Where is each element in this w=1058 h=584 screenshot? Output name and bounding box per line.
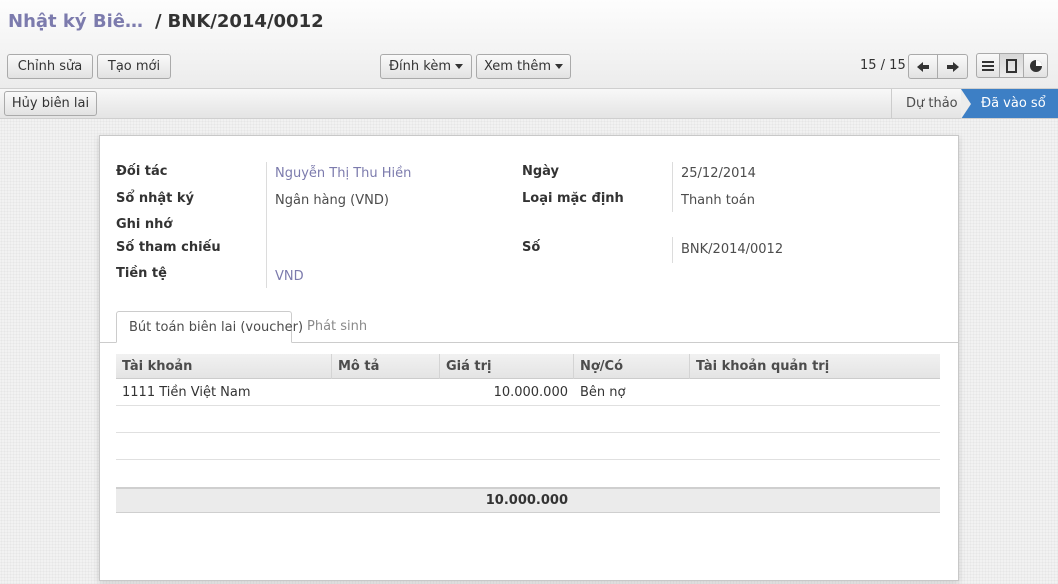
number-label: Số bbox=[522, 240, 541, 255]
table-row[interactable]: 1111 Tiền Việt Nam 10.000.000 Bên nợ bbox=[116, 379, 940, 406]
empty-row bbox=[116, 433, 940, 460]
caret-down-icon bbox=[455, 64, 464, 69]
form-icon bbox=[1006, 58, 1017, 73]
page: Nhật ký Biê… / BNK/2014/0012 Chỉnh sửa Tạo… bbox=[0, 0, 1058, 584]
date-value: 25/12/2014 bbox=[681, 166, 756, 181]
journal-label: Sổ nhật ký bbox=[116, 191, 194, 206]
right-field-divider bbox=[672, 162, 673, 212]
statusbar: Hủy biên lai Dự thảo Đã vào sổ bbox=[0, 89, 1058, 119]
partner-label: Đối tác bbox=[116, 164, 168, 179]
list-icon bbox=[982, 60, 994, 71]
tab-journal-items[interactable]: Phát sinh bbox=[295, 311, 379, 343]
pager-buttons bbox=[908, 54, 968, 79]
table-footer-total: 10.000.000 bbox=[116, 487, 940, 513]
status-step-draft[interactable]: Dự thảo bbox=[891, 89, 961, 118]
pager-previous-button[interactable] bbox=[908, 54, 938, 79]
column-header-account[interactable]: Tài khoản bbox=[116, 354, 332, 379]
empty-row bbox=[116, 406, 940, 433]
edit-button[interactable]: Chỉnh sửa bbox=[7, 54, 93, 79]
default-type-label: Loại mặc định bbox=[522, 191, 624, 206]
pager-value: 15 / 15 bbox=[860, 58, 906, 73]
form-sheet: Đối tác Nguyễn Thị Thu Hiền Sổ nhật ký N… bbox=[99, 135, 959, 581]
cancel-receipt-button[interactable]: Hủy biên lai bbox=[4, 91, 97, 116]
row-account: 1111 Tiền Việt Nam bbox=[122, 385, 251, 400]
empty-row bbox=[116, 460, 940, 487]
left-field-divider bbox=[266, 162, 267, 288]
total-amount: 10.000.000 bbox=[485, 493, 568, 508]
notebook-tabs: Bút toán biên lai (voucher) Phát sinh bbox=[100, 311, 958, 343]
status-steps: Dự thảo Đã vào sổ bbox=[891, 89, 1058, 119]
view-switcher bbox=[976, 53, 1048, 78]
journal-value: Ngân hàng (VND) bbox=[275, 193, 389, 208]
status-step-posted[interactable]: Đã vào sổ bbox=[961, 89, 1058, 119]
attach-label: Đính kèm bbox=[388, 59, 452, 74]
arrow-left-icon bbox=[917, 61, 929, 72]
column-header-type[interactable]: Nợ/Có bbox=[574, 354, 690, 379]
breadcrumb-separator: / bbox=[154, 11, 162, 32]
attach-dropdown[interactable]: Đính kèm bbox=[380, 54, 472, 79]
reference-label: Số tham chiếu bbox=[116, 240, 221, 255]
pie-chart-icon bbox=[1029, 59, 1042, 72]
create-button[interactable]: Tạo mới bbox=[97, 54, 171, 79]
control-panel: Nhật ký Biê… / BNK/2014/0012 Chỉnh sửa Tạo… bbox=[0, 0, 1058, 89]
list-view-button[interactable] bbox=[976, 53, 1000, 78]
breadcrumb: Nhật ký Biê… / BNK/2014/0012 bbox=[8, 11, 324, 32]
memo-label: Ghi nhớ bbox=[116, 217, 173, 232]
right-field-divider bbox=[672, 237, 673, 263]
partner-value[interactable]: Nguyễn Thị Thu Hiền bbox=[275, 166, 411, 181]
row-type: Bên nợ bbox=[580, 385, 626, 400]
date-label: Ngày bbox=[522, 164, 560, 179]
column-header-analytic[interactable]: Tài khoản quản trị bbox=[690, 354, 940, 379]
column-header-description[interactable]: Mô tả bbox=[332, 354, 440, 379]
form-view-button[interactable] bbox=[1000, 53, 1024, 78]
currency-label: Tiền tệ bbox=[116, 266, 167, 281]
chart-view-button[interactable] bbox=[1024, 53, 1048, 78]
breadcrumb-current: BNK/2014/0012 bbox=[167, 11, 324, 32]
row-amount: 10.000.000 bbox=[493, 385, 568, 400]
tab-voucher-entries[interactable]: Bút toán biên lai (voucher) bbox=[116, 311, 303, 343]
voucher-lines-table: Tài khoản Mô tả Giá trị Nợ/Có Tài khoản … bbox=[116, 354, 940, 513]
breadcrumb-parent-link[interactable]: Nhật ký Biê… bbox=[8, 11, 143, 32]
pager-next-button[interactable] bbox=[938, 54, 968, 79]
number-value: BNK/2014/0012 bbox=[681, 242, 784, 257]
more-label: Xem thêm bbox=[483, 59, 552, 74]
table-header: Tài khoản Mô tả Giá trị Nợ/Có Tài khoản … bbox=[116, 354, 940, 379]
more-dropdown[interactable]: Xem thêm bbox=[476, 54, 571, 79]
caret-down-icon bbox=[555, 64, 564, 69]
currency-value[interactable]: VND bbox=[275, 269, 304, 284]
default-type-value: Thanh toán bbox=[681, 193, 756, 208]
arrow-right-icon bbox=[946, 61, 959, 72]
column-header-amount[interactable]: Giá trị bbox=[440, 354, 574, 379]
